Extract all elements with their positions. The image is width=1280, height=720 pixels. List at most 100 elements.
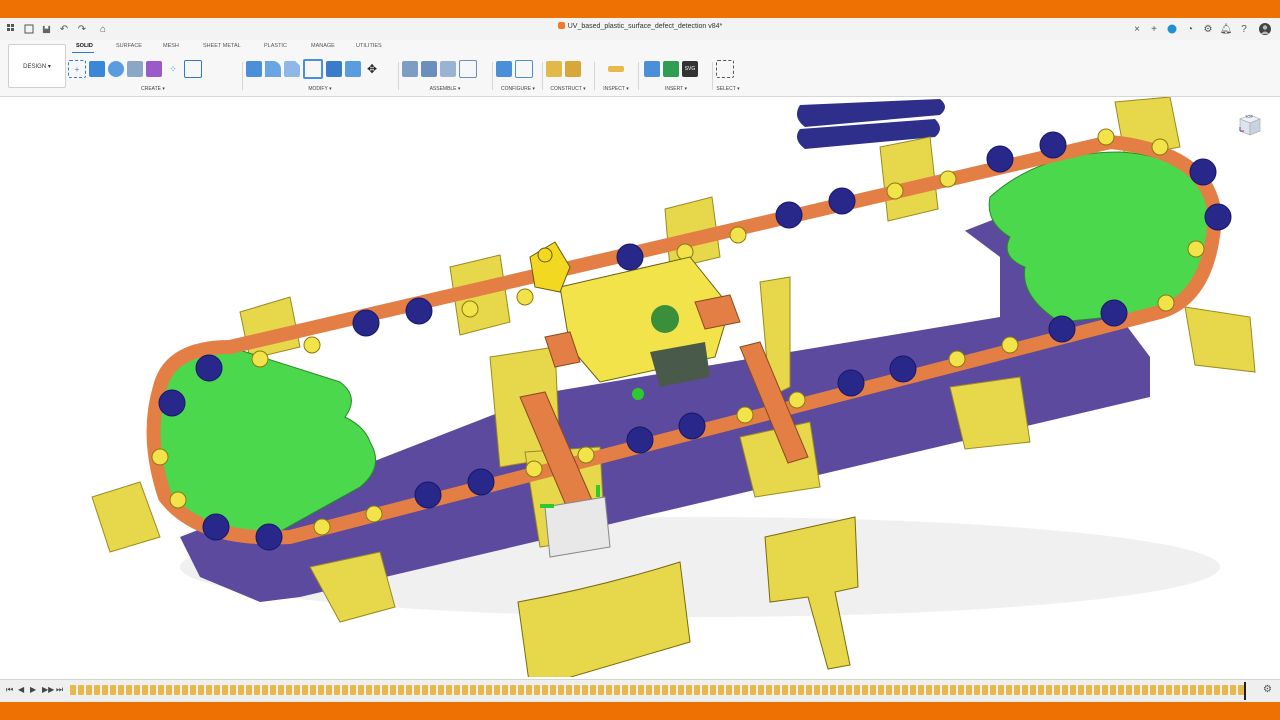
timeline-start-button[interactable]: ⏮ [6, 685, 13, 695]
new-tab-icon[interactable]: + [1148, 21, 1160, 37]
timeline-feature[interactable] [518, 685, 524, 695]
timeline-feature[interactable] [414, 685, 420, 695]
tab-plastic[interactable]: PLASTIC [264, 43, 287, 49]
timeline-feature[interactable] [886, 685, 892, 695]
press-pull-icon[interactable] [246, 61, 262, 77]
timeline-feature[interactable] [846, 685, 852, 695]
timeline-feature[interactable] [462, 685, 468, 695]
timeline-feature[interactable] [166, 685, 172, 695]
timeline-feature[interactable] [70, 685, 76, 695]
timeline-feature[interactable] [1014, 685, 1020, 695]
timeline-feature[interactable] [902, 685, 908, 695]
timeline-feature[interactable] [870, 685, 876, 695]
timeline-feature[interactable] [230, 685, 236, 695]
timeline-feature[interactable] [382, 685, 388, 695]
timeline-feature[interactable] [246, 685, 252, 695]
timeline-feature[interactable] [1030, 685, 1036, 695]
timeline-feature[interactable] [1198, 685, 1204, 695]
tab-surface[interactable]: SURFACE [116, 43, 142, 49]
group-label-configure[interactable]: CONFIGURE ▾ [496, 86, 540, 92]
timeline-end-button[interactable]: ⏭ [56, 685, 63, 695]
timeline-feature[interactable] [294, 685, 300, 695]
timeline-feature[interactable] [670, 685, 676, 695]
timeline-feature[interactable] [742, 685, 748, 695]
fillet-icon[interactable] [265, 61, 281, 77]
timeline-feature[interactable] [254, 685, 260, 695]
timeline-feature[interactable] [318, 685, 324, 695]
select-icon[interactable] [716, 60, 734, 78]
timeline-feature[interactable] [646, 685, 652, 695]
group-label-modify[interactable]: MODIFY ▾ [246, 86, 394, 92]
timeline-feature[interactable] [926, 685, 932, 695]
close-tab-icon[interactable]: × [1131, 21, 1143, 37]
timeline-feature[interactable] [1046, 685, 1052, 695]
timeline-feature[interactable] [446, 685, 452, 695]
timeline-feature[interactable] [310, 685, 316, 695]
timeline-feature[interactable] [534, 685, 540, 695]
timeline-feature[interactable] [366, 685, 372, 695]
insert-svg-icon[interactable]: SVG [682, 61, 698, 77]
timeline-feature[interactable] [1150, 685, 1156, 695]
timeline-prev-button[interactable]: ◀ [18, 685, 24, 694]
pattern-icon[interactable]: ⁘ [165, 61, 181, 77]
timeline-feature[interactable] [726, 685, 732, 695]
timeline-feature[interactable] [142, 685, 148, 695]
timeline-feature[interactable] [1230, 685, 1236, 695]
timeline-feature[interactable] [638, 685, 644, 695]
timeline-feature[interactable] [1070, 685, 1076, 695]
timeline-feature[interactable] [78, 685, 84, 695]
plane-angle-icon[interactable] [565, 61, 581, 77]
measure-icon[interactable] [608, 66, 624, 72]
timeline-feature[interactable] [430, 685, 436, 695]
timeline-feature[interactable] [782, 685, 788, 695]
timeline-feature[interactable] [118, 685, 124, 695]
timeline-feature[interactable] [766, 685, 772, 695]
timeline-feature[interactable] [102, 685, 108, 695]
timeline-feature[interactable] [774, 685, 780, 695]
timeline-feature[interactable] [942, 685, 948, 695]
timeline-feature[interactable] [326, 685, 332, 695]
timeline-feature[interactable] [270, 685, 276, 695]
timeline-feature[interactable] [222, 685, 228, 695]
timeline-feature[interactable] [1174, 685, 1180, 695]
timeline-feature[interactable] [390, 685, 396, 695]
workspace-switcher[interactable]: DESIGN ▾ [8, 44, 66, 88]
timeline-feature[interactable] [238, 685, 244, 695]
timeline-next-button[interactable]: ▶▶ [42, 685, 54, 694]
timeline-feature[interactable] [582, 685, 588, 695]
timeline-feature[interactable] [1126, 685, 1132, 695]
timeline-feature[interactable] [158, 685, 164, 695]
timeline-feature[interactable] [510, 685, 516, 695]
timeline-feature[interactable] [814, 685, 820, 695]
timeline-feature[interactable] [1222, 685, 1228, 695]
joint-icon[interactable] [421, 61, 437, 77]
timeline-feature[interactable] [502, 685, 508, 695]
offset-plane-icon[interactable] [546, 61, 562, 77]
timeline-feature[interactable] [598, 685, 604, 695]
timeline-feature[interactable] [630, 685, 636, 695]
timeline-feature[interactable] [494, 685, 500, 695]
timeline-feature[interactable] [654, 685, 660, 695]
timeline-feature[interactable] [542, 685, 548, 695]
timeline-feature[interactable] [950, 685, 956, 695]
timeline-feature[interactable] [862, 685, 868, 695]
canvas-viewport[interactable]: TOP ⟲▾ ◈ ✋ ⌕ ⊡▾ ▣▾ ⊞▾ ⊟▾ [0, 97, 1280, 677]
timeline-feature[interactable] [406, 685, 412, 695]
tab-solid[interactable]: SOLID [76, 43, 93, 49]
timeline-feature[interactable] [878, 685, 884, 695]
move-icon[interactable]: ✥ [364, 61, 380, 77]
timeline-feature[interactable] [374, 685, 380, 695]
timeline-feature[interactable] [110, 685, 116, 695]
timeline-feature[interactable] [1086, 685, 1092, 695]
timeline-feature[interactable] [662, 685, 668, 695]
timeline-feature[interactable] [790, 685, 796, 695]
timeline-feature[interactable] [1094, 685, 1100, 695]
timeline-feature[interactable] [678, 685, 684, 695]
timeline-feature[interactable] [958, 685, 964, 695]
timeline-feature[interactable] [86, 685, 92, 695]
jobs-icon[interactable]: ◔ [1184, 21, 1196, 37]
timeline-feature[interactable] [1078, 685, 1084, 695]
timeline-feature[interactable] [894, 685, 900, 695]
timeline-feature[interactable] [350, 685, 356, 695]
revolve-icon[interactable] [108, 61, 124, 77]
